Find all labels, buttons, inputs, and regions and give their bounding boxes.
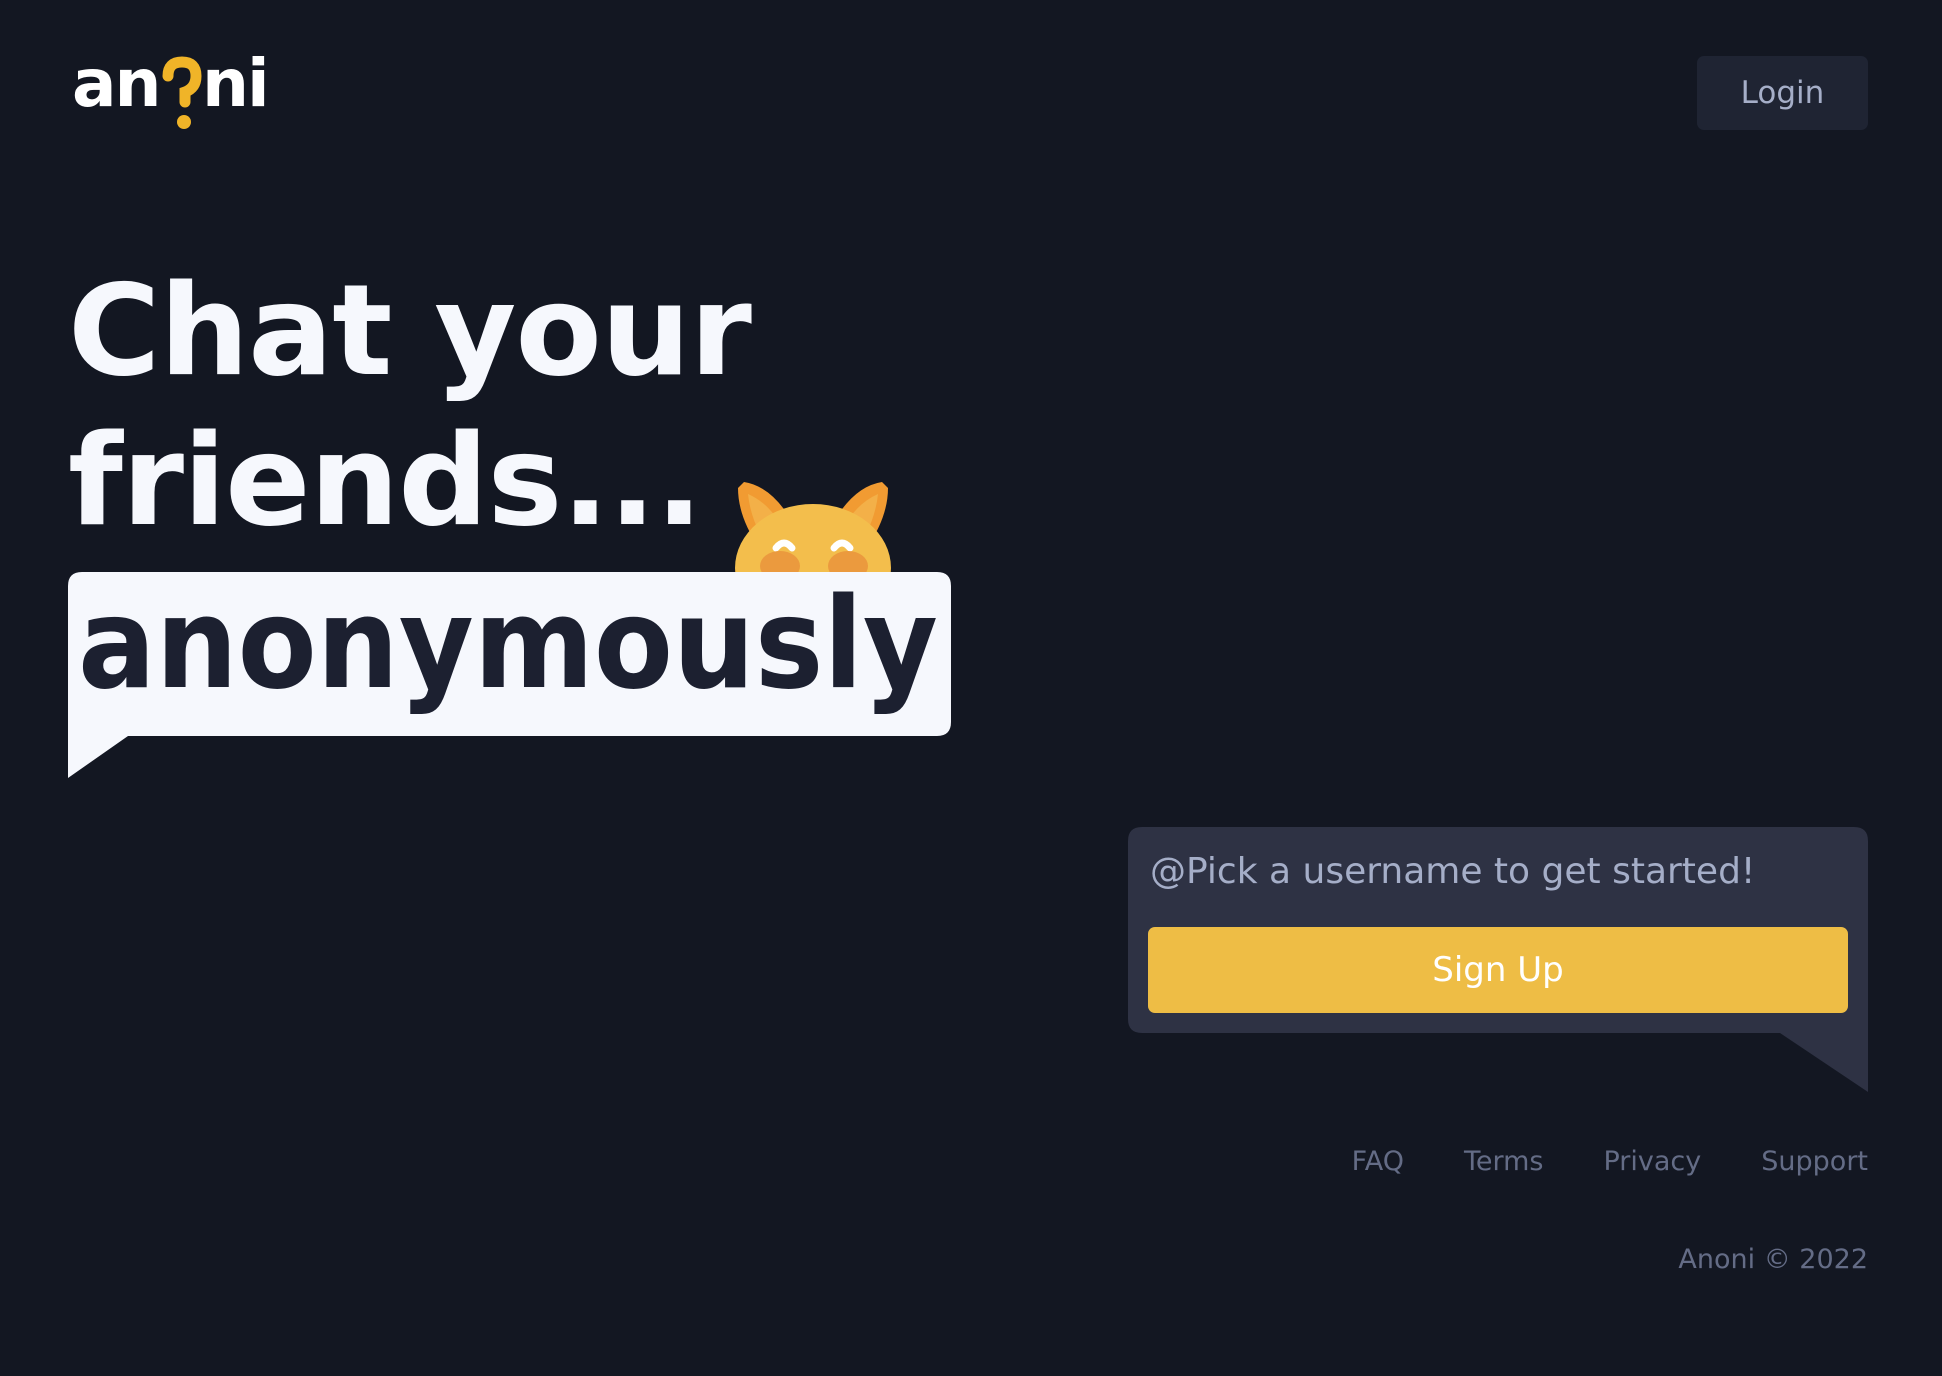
headline-line-1: Chat your <box>68 257 752 404</box>
svg-text:an: an <box>72 45 160 122</box>
terms-link[interactable]: Terms <box>1464 1146 1544 1177</box>
support-link[interactable]: Support <box>1761 1146 1868 1177</box>
copyright: Anoni © 2022 <box>1678 1244 1868 1275</box>
faq-link[interactable]: FAQ <box>1352 1146 1404 1177</box>
svg-text:anonymously: anonymously <box>78 582 938 717</box>
anoni-logo[interactable]: an ni <box>72 38 278 134</box>
username-input[interactable] <box>1150 842 1840 900</box>
privacy-link[interactable]: Privacy <box>1604 1146 1702 1177</box>
login-button[interactable]: Login <box>1697 56 1868 130</box>
footer-nav: FAQ Terms Privacy Support <box>1352 1146 1868 1177</box>
headline-highlight: anonymously <box>78 582 938 717</box>
signup-button[interactable]: Sign Up <box>1148 927 1848 1013</box>
headline-line-2: friends... <box>68 407 703 554</box>
svg-text:ni: ni <box>202 45 268 122</box>
cat-mascot-icon <box>735 482 891 586</box>
